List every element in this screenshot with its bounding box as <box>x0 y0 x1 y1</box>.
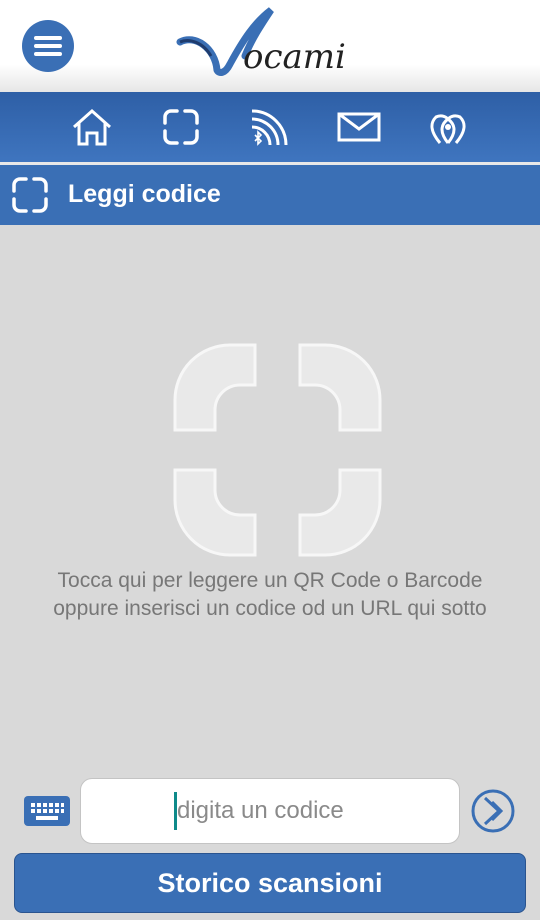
keyboard-icon <box>31 803 64 820</box>
nav-home[interactable] <box>67 102 117 152</box>
scan-frame-icon <box>173 343 382 557</box>
main-nav <box>0 92 540 162</box>
scan-history-button[interactable]: Storico scansioni <box>14 853 526 913</box>
keyboard-button[interactable] <box>24 796 70 826</box>
code-input-placeholder: digita un codice <box>177 797 344 824</box>
scan-icon <box>12 177 48 213</box>
code-input[interactable]: digita un codice <box>80 778 460 844</box>
svg-text:ocami: ocami <box>243 37 346 77</box>
chevron-right-circle-icon <box>471 789 515 833</box>
page-title: Leggi codice <box>68 180 221 208</box>
nfc-bluetooth-icon <box>251 109 288 146</box>
home-icon <box>73 108 112 146</box>
nav-map[interactable] <box>423 102 473 152</box>
nav-mail[interactable] <box>334 102 384 152</box>
submit-code-button[interactable] <box>470 788 516 834</box>
scan-icon <box>163 109 199 145</box>
nav-nfc[interactable] <box>245 102 295 152</box>
map-pins-icon <box>430 114 466 144</box>
nav-scan[interactable] <box>156 102 206 152</box>
mail-icon <box>337 112 381 142</box>
scan-tap-area[interactable]: Tocca qui per leggere un QR Code o Barco… <box>0 225 540 775</box>
vocami-logo: ocami <box>176 7 346 77</box>
scan-hint-line1: Tocca qui per leggere un QR Code o Barco… <box>57 569 483 592</box>
scan-hint: Tocca qui per leggere un QR Code o Barco… <box>40 567 500 623</box>
menu-button[interactable] <box>22 20 74 72</box>
scan-hint-line2: oppure inserisci un codice od un URL qui… <box>53 597 487 620</box>
section-title-bar: Leggi codice <box>0 165 540 225</box>
app-header: ocami <box>0 0 540 92</box>
hamburger-icon <box>34 36 62 56</box>
